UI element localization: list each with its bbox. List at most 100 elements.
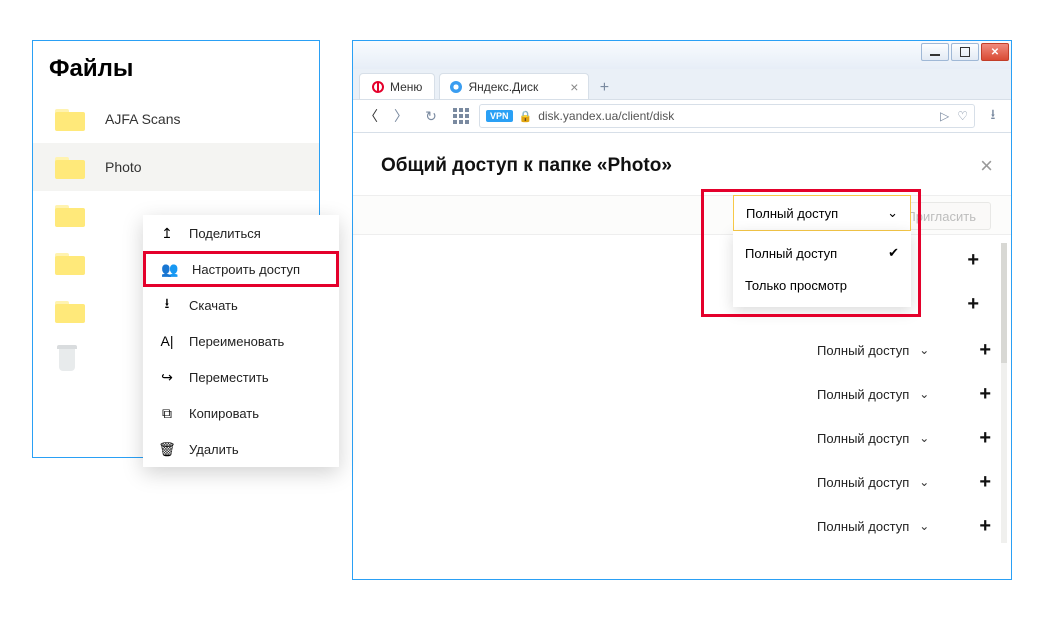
url-actions: ▷ ♡ <box>940 109 968 123</box>
access-row: Полный доступ ⌄ + <box>381 421 991 455</box>
menu-label: Копировать <box>189 406 259 421</box>
send-icon[interactable]: ▷ <box>940 109 949 123</box>
minimize-button[interactable] <box>921 43 949 61</box>
close-button[interactable] <box>981 43 1009 61</box>
chevron-down-icon[interactable]: ⌄ <box>919 431 929 445</box>
chevron-down-icon[interactable]: ⌄ <box>919 343 929 357</box>
url-text: disk.yandex.ua/client/disk <box>538 109 674 123</box>
access-label: Полный доступ <box>817 387 909 402</box>
add-user-button[interactable]: + <box>979 427 991 450</box>
dialog-title: Общий доступ к папке «Photo» <box>381 155 983 177</box>
folder-icon <box>55 155 85 179</box>
share-dialog: Общий доступ к папке «Photo» × Пригласит… <box>353 133 1011 579</box>
share-icon: ↥ <box>159 225 175 241</box>
downloads-button[interactable]: ⭳ <box>981 104 1005 128</box>
trash-icon <box>55 345 79 373</box>
opera-menu-button[interactable]: Меню <box>359 73 435 99</box>
menu-item-download[interactable]: ⭳ Скачать <box>143 287 339 323</box>
maximize-button[interactable] <box>951 43 979 61</box>
add-user-button[interactable]: + <box>979 339 991 362</box>
folder-icon <box>55 203 85 227</box>
chevron-down-icon[interactable]: ⌄ <box>919 475 929 489</box>
lock-icon: 🔒 <box>519 110 533 123</box>
invite-label: Пригласить <box>906 209 976 224</box>
menu-label: Меню <box>390 80 422 94</box>
menu-label: Настроить доступ <box>192 262 300 277</box>
menu-label: Скачать <box>189 298 238 313</box>
permission-current: Полный доступ <box>746 206 838 221</box>
plus-column: + + <box>967 243 979 321</box>
access-row: Полный доступ ⌄ + <box>381 377 991 411</box>
window-titlebar <box>353 41 1011 69</box>
access-row: Полный доступ ⌄ + <box>381 465 991 499</box>
files-panel: Файлы AJFA Scans Photo ↥ Поделиться 👥 На… <box>32 40 320 458</box>
check-icon: ✔ <box>888 245 899 261</box>
browser-tab[interactable]: Яндекс.Диск × <box>439 73 589 99</box>
speed-dial-button[interactable] <box>449 104 473 128</box>
menu-label: Поделиться <box>189 226 261 241</box>
reload-button[interactable]: ↻ <box>419 104 443 128</box>
browser-window: Меню Яндекс.Диск × + 〈 〉 ↻ VPN 🔒 disk.ya… <box>352 40 1012 580</box>
menu-label: Переименовать <box>189 334 284 349</box>
rename-icon: A| <box>159 333 175 349</box>
add-user-button[interactable]: + <box>967 287 979 321</box>
add-user-button[interactable]: + <box>979 471 991 494</box>
permission-dropdown[interactable]: Полный доступ ⌄ Полный доступ ✔ Только п… <box>733 195 911 307</box>
context-menu: ↥ Поделиться 👥 Настроить доступ ⭳ Скачат… <box>143 215 339 467</box>
invite-row: Пригласить <box>353 195 1011 235</box>
heart-icon[interactable]: ♡ <box>957 109 968 123</box>
scroll-thumb[interactable] <box>1001 243 1007 363</box>
menu-label: Удалить <box>189 442 239 457</box>
new-tab-button[interactable]: + <box>593 77 615 99</box>
option-label: Полный доступ <box>745 246 837 261</box>
folder-icon <box>55 107 85 131</box>
add-user-button[interactable]: + <box>979 383 991 406</box>
delete-icon: 🗑 <box>159 441 175 457</box>
folder-icon <box>55 251 85 275</box>
url-input[interactable]: VPN 🔒 disk.yandex.ua/client/disk ▷ ♡ <box>479 104 975 128</box>
tab-bar: Меню Яндекс.Диск × + <box>353 69 1011 99</box>
copy-icon: ⧉ <box>159 405 175 421</box>
chevron-down-icon[interactable]: ⌄ <box>919 387 929 401</box>
menu-item-configure-access[interactable]: 👥 Настроить доступ <box>143 251 339 287</box>
menu-item-move[interactable]: ↪ Переместить <box>143 359 339 395</box>
option-label: Только просмотр <box>745 278 847 293</box>
folder-label: Photo <box>105 159 142 175</box>
permission-trigger[interactable]: Полный доступ ⌄ <box>733 195 911 231</box>
users-icon: 👥 <box>162 261 178 277</box>
forward-button[interactable]: 〉 <box>389 104 413 128</box>
menu-item-share[interactable]: ↥ Поделиться <box>143 215 339 251</box>
opera-icon <box>372 81 384 93</box>
access-label: Полный доступ <box>817 519 909 534</box>
dialog-close-button[interactable]: × <box>980 153 993 179</box>
users-rows: Полный доступ ⌄ + Полный доступ ⌄ + Полн… <box>381 333 991 543</box>
tab-close-icon[interactable]: × <box>570 79 578 95</box>
address-bar: 〈 〉 ↻ VPN 🔒 disk.yandex.ua/client/disk ▷… <box>353 99 1011 133</box>
back-button[interactable]: 〈 <box>359 104 383 128</box>
files-title: Файлы <box>33 41 319 95</box>
menu-item-copy[interactable]: ⧉ Копировать <box>143 395 339 431</box>
folder-label: AJFA Scans <box>105 111 180 127</box>
yandex-disk-icon <box>450 81 462 93</box>
speed-dial-icon <box>453 108 469 124</box>
access-row: Полный доступ ⌄ + <box>381 333 991 367</box>
add-user-button[interactable]: + <box>967 243 979 277</box>
menu-label: Переместить <box>189 370 269 385</box>
permission-option-readonly[interactable]: Только просмотр <box>733 269 911 301</box>
folder-row[interactable]: AJFA Scans <box>33 95 319 143</box>
access-row: Полный доступ ⌄ + <box>381 509 991 543</box>
folder-row[interactable]: Photo <box>33 143 319 191</box>
menu-item-rename[interactable]: A| Переименовать <box>143 323 339 359</box>
move-icon: ↪ <box>159 369 175 385</box>
page-content: Общий доступ к папке «Photo» × Пригласит… <box>353 133 1011 579</box>
chevron-down-icon[interactable]: ⌄ <box>919 519 929 533</box>
tab-title: Яндекс.Диск <box>468 80 538 94</box>
add-user-button[interactable]: + <box>979 515 991 538</box>
permission-option-full[interactable]: Полный доступ ✔ <box>733 237 911 269</box>
permission-menu: Полный доступ ✔ Только просмотр <box>733 231 911 307</box>
vpn-badge[interactable]: VPN <box>486 110 513 122</box>
access-label: Полный доступ <box>817 475 909 490</box>
scrollbar[interactable] <box>1001 243 1007 543</box>
menu-item-delete[interactable]: 🗑 Удалить <box>143 431 339 467</box>
chevron-down-icon: ⌄ <box>887 205 898 221</box>
